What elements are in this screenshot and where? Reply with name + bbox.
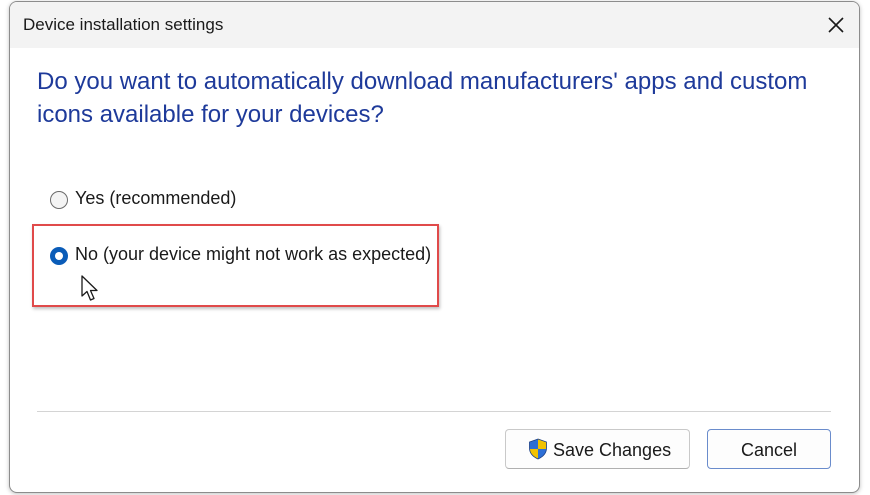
title-bar[interactable]: Device installation settings [10,2,859,48]
radio-no[interactable] [50,247,68,265]
radio-yes[interactable] [50,191,68,209]
window-title: Device installation settings [23,15,224,34]
dialog-window: Device installation settings Do you want… [9,1,860,493]
cancel-button[interactable]: Cancel [707,429,831,469]
mouse-cursor-icon [81,275,98,301]
option-no-label[interactable]: No (your device might not work as expect… [75,244,431,265]
close-button[interactable] [813,2,859,48]
cancel-label: Cancel [740,440,798,460]
close-icon [828,17,844,33]
option-yes-label[interactable]: Yes (recommended) [75,188,236,209]
save-changes-label: Save Changes [553,440,672,460]
uac-shield-icon [529,438,547,460]
footer-divider [37,411,831,412]
save-changes-button[interactable]: Save Changes [505,429,690,469]
question-heading: Do you want to automatically download ma… [37,68,808,128]
